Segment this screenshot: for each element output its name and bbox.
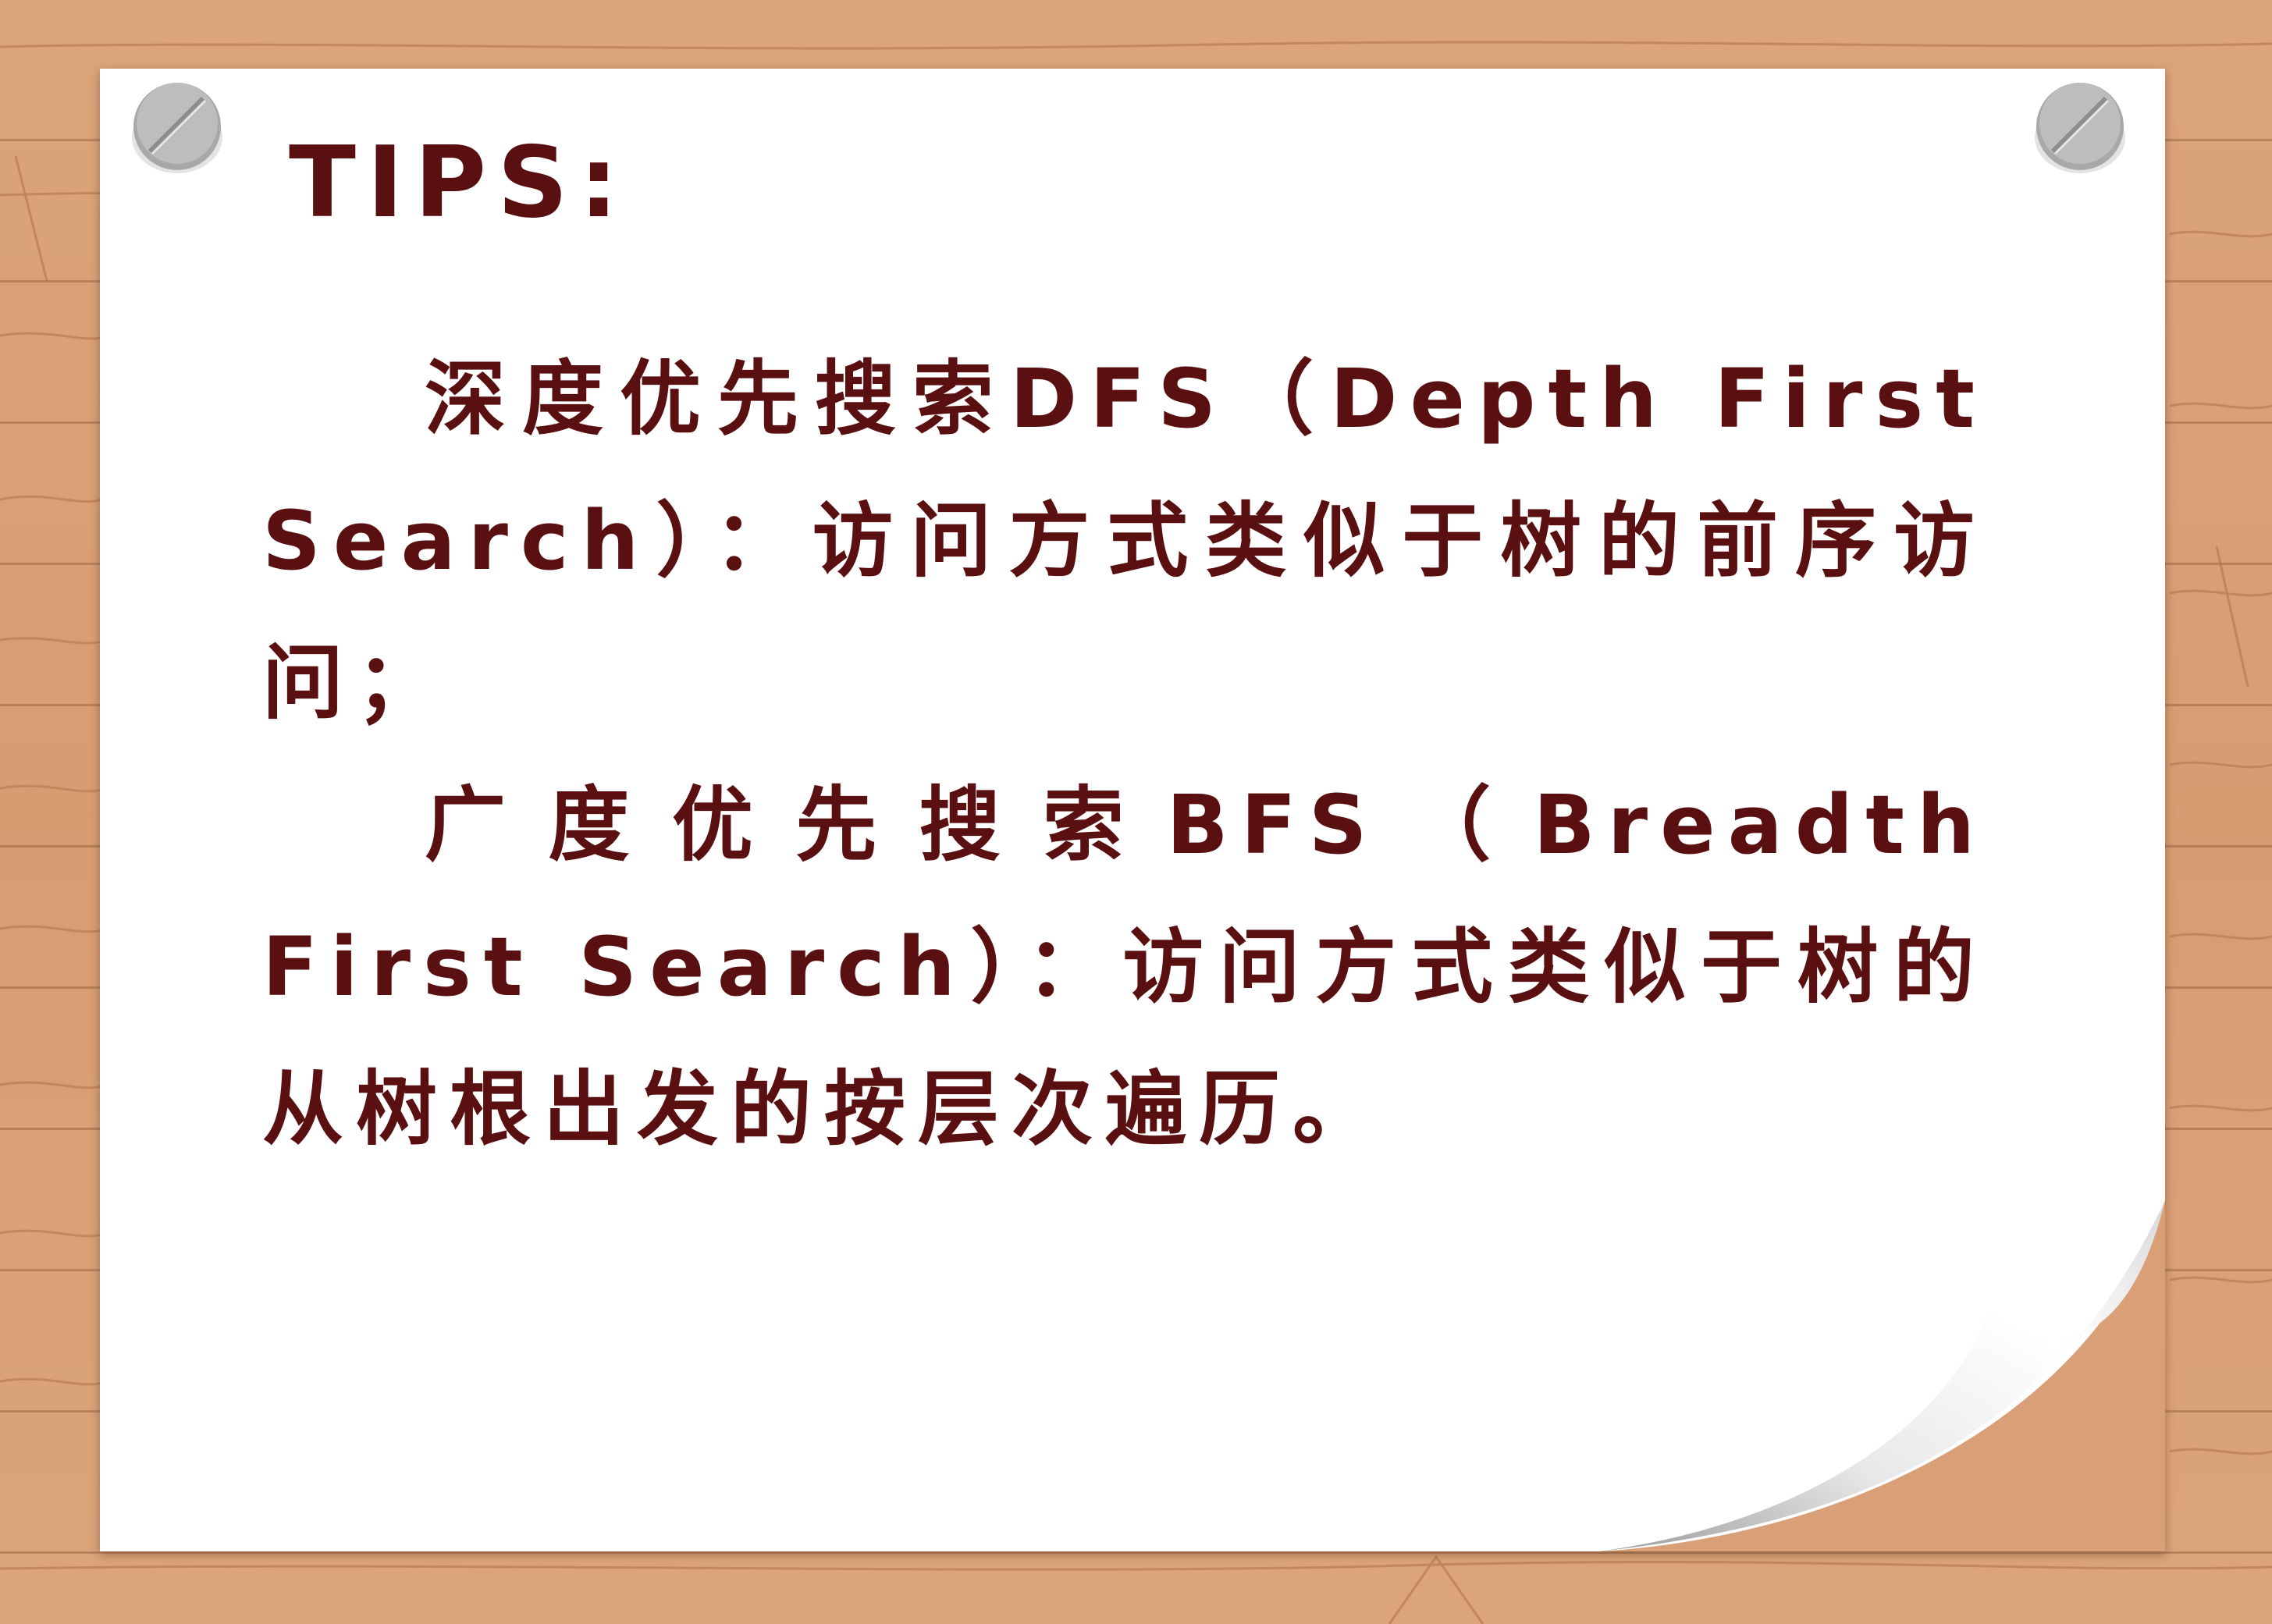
pushpin-icon bbox=[2035, 83, 2125, 173]
page-title: TIPS: bbox=[289, 125, 630, 240]
tip-dfs: 深度优先搜索DFS（Depth First Search）：访问方式类似于树的前… bbox=[262, 351, 1987, 730]
tip-bfs: 广度优先搜索BFS（Breadth First Search）：访问方式类似于树… bbox=[262, 777, 1987, 1157]
pushpin-icon bbox=[132, 83, 222, 173]
tips-content: 深度优先搜索DFS（Depth First Search）：访问方式类似于树的前… bbox=[262, 328, 1987, 1180]
